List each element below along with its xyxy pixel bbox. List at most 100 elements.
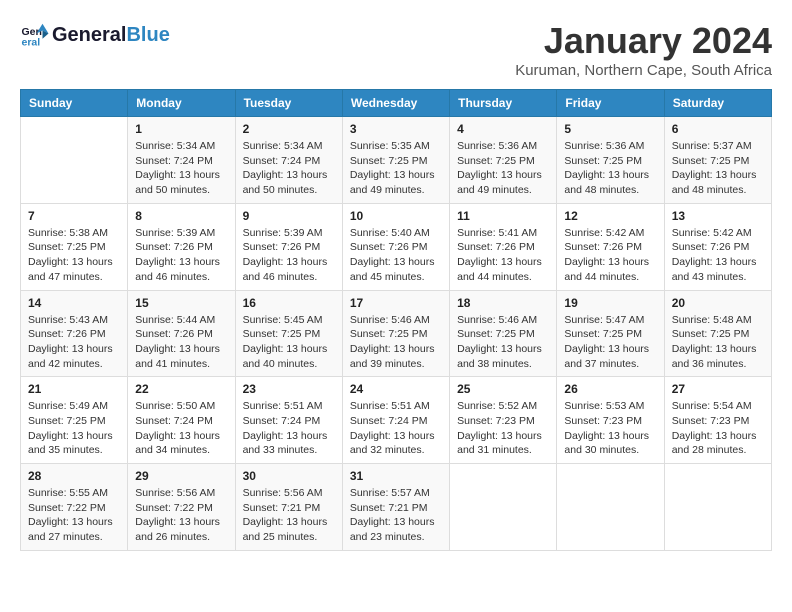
day-info: Sunrise: 5:52 AM Sunset: 7:23 PM Dayligh… <box>457 399 549 458</box>
calendar-cell: 19 Sunrise: 5:47 AM Sunset: 7:25 PM Dayli… <box>557 290 664 377</box>
day-number: 9 <box>243 209 335 223</box>
calendar-cell: 23 Sunrise: 5:51 AM Sunset: 7:24 PM Dayli… <box>235 377 342 464</box>
calendar-cell: 21 Sunrise: 5:49 AM Sunset: 7:25 PM Dayli… <box>21 377 128 464</box>
day-number: 6 <box>672 122 764 136</box>
column-header-tuesday: Tuesday <box>235 90 342 117</box>
calendar-cell: 8 Sunrise: 5:39 AM Sunset: 7:26 PM Daylig… <box>128 203 235 290</box>
day-info: Sunrise: 5:53 AM Sunset: 7:23 PM Dayligh… <box>564 399 656 458</box>
calendar-header-row: SundayMondayTuesdayWednesdayThursdayFrid… <box>21 90 772 117</box>
day-number: 13 <box>672 209 764 223</box>
day-number: 23 <box>243 382 335 396</box>
day-info: Sunrise: 5:49 AM Sunset: 7:25 PM Dayligh… <box>28 399 120 458</box>
month-title: January 2024 <box>515 20 772 62</box>
calendar-cell: 14Sunrise: 5:43 AM Sunset: 7:26 PM Dayli… <box>21 290 128 377</box>
day-number: 31 <box>350 469 442 483</box>
day-number: 14 <box>28 296 120 310</box>
calendar-cell: 26 Sunrise: 5:53 AM Sunset: 7:23 PM Dayli… <box>557 377 664 464</box>
calendar-cell: 2 Sunrise: 5:34 AM Sunset: 7:24 PM Daylig… <box>235 117 342 204</box>
logo: Gen eral GeneralBlue <box>20 20 170 50</box>
day-number: 30 <box>243 469 335 483</box>
day-info: Sunrise: 5:41 AM Sunset: 7:26 PM Dayligh… <box>457 226 549 285</box>
day-number: 4 <box>457 122 549 136</box>
column-header-friday: Friday <box>557 90 664 117</box>
day-info: Sunrise: 5:48 AM Sunset: 7:25 PM Dayligh… <box>672 313 764 372</box>
day-info: Sunrise: 5:34 AM Sunset: 7:24 PM Dayligh… <box>243 139 335 198</box>
day-number: 1 <box>135 122 227 136</box>
day-number: 15 <box>135 296 227 310</box>
calendar-cell: 7 Sunrise: 5:38 AM Sunset: 7:25 PM Daylig… <box>21 203 128 290</box>
calendar-cell: 12 Sunrise: 5:42 AM Sunset: 7:26 PM Dayli… <box>557 203 664 290</box>
calendar-cell: 24Sunrise: 5:51 AM Sunset: 7:24 PM Dayli… <box>342 377 449 464</box>
day-info: Sunrise: 5:50 AM Sunset: 7:24 PM Dayligh… <box>135 399 227 458</box>
calendar-cell <box>450 464 557 551</box>
day-number: 2 <box>243 122 335 136</box>
column-header-saturday: Saturday <box>664 90 771 117</box>
day-info: Sunrise: 5:46 AM Sunset: 7:25 PM Dayligh… <box>350 313 442 372</box>
calendar-week-row: 1 Sunrise: 5:34 AM Sunset: 7:24 PM Daylig… <box>21 117 772 204</box>
day-info: Sunrise: 5:51 AM Sunset: 7:24 PM Dayligh… <box>243 399 335 458</box>
day-number: 3 <box>350 122 442 136</box>
day-info: Sunrise: 5:36 AM Sunset: 7:25 PM Dayligh… <box>564 139 656 198</box>
day-number: 22 <box>135 382 227 396</box>
column-header-thursday: Thursday <box>450 90 557 117</box>
day-info: Sunrise: 5:39 AM Sunset: 7:26 PM Dayligh… <box>243 226 335 285</box>
day-number: 7 <box>28 209 120 223</box>
location-subtitle: Kuruman, Northern Cape, South Africa <box>515 62 772 79</box>
calendar-cell: 18 Sunrise: 5:46 AM Sunset: 7:25 PM Dayli… <box>450 290 557 377</box>
day-info: Sunrise: 5:39 AM Sunset: 7:26 PM Dayligh… <box>135 226 227 285</box>
day-info: Sunrise: 5:37 AM Sunset: 7:25 PM Dayligh… <box>672 139 764 198</box>
calendar-week-row: 21 Sunrise: 5:49 AM Sunset: 7:25 PM Dayli… <box>21 377 772 464</box>
day-number: 12 <box>564 209 656 223</box>
day-number: 18 <box>457 296 549 310</box>
svg-text:eral: eral <box>22 37 41 49</box>
day-info: Sunrise: 5:46 AM Sunset: 7:25 PM Dayligh… <box>457 313 549 372</box>
page-header: Gen eral GeneralBlue January 2024 Kuruma… <box>20 20 772 79</box>
calendar-cell: 6 Sunrise: 5:37 AM Sunset: 7:25 PM Daylig… <box>664 117 771 204</box>
day-info: Sunrise: 5:42 AM Sunset: 7:26 PM Dayligh… <box>564 226 656 285</box>
day-info: Sunrise: 5:42 AM Sunset: 7:26 PM Dayligh… <box>672 226 764 285</box>
day-info: Sunrise: 5:55 AM Sunset: 7:22 PM Dayligh… <box>28 486 120 545</box>
column-header-monday: Monday <box>128 90 235 117</box>
day-number: 5 <box>564 122 656 136</box>
day-number: 20 <box>672 296 764 310</box>
day-info: Sunrise: 5:36 AM Sunset: 7:25 PM Dayligh… <box>457 139 549 198</box>
calendar-cell: 1Sunrise: 5:34 AM Sunset: 7:24 PM Daylig… <box>128 117 235 204</box>
calendar-cell: 22 Sunrise: 5:50 AM Sunset: 7:24 PM Dayli… <box>128 377 235 464</box>
day-number: 27 <box>672 382 764 396</box>
calendar-cell: 29 Sunrise: 5:56 AM Sunset: 7:22 PM Dayli… <box>128 464 235 551</box>
calendar-cell: 30 Sunrise: 5:56 AM Sunset: 7:21 PM Dayli… <box>235 464 342 551</box>
day-info: Sunrise: 5:51 AM Sunset: 7:24 PM Dayligh… <box>350 399 442 458</box>
day-info: Sunrise: 5:40 AM Sunset: 7:26 PM Dayligh… <box>350 226 442 285</box>
day-number: 19 <box>564 296 656 310</box>
day-number: 26 <box>564 382 656 396</box>
column-header-sunday: Sunday <box>21 90 128 117</box>
calendar-cell: 5 Sunrise: 5:36 AM Sunset: 7:25 PM Daylig… <box>557 117 664 204</box>
day-info: Sunrise: 5:45 AM Sunset: 7:25 PM Dayligh… <box>243 313 335 372</box>
day-number: 21 <box>28 382 120 396</box>
day-number: 28 <box>28 469 120 483</box>
logo-icon: Gen eral <box>20 20 50 50</box>
day-info: Sunrise: 5:35 AM Sunset: 7:25 PM Dayligh… <box>350 139 442 198</box>
calendar-cell <box>21 117 128 204</box>
day-info: Sunrise: 5:54 AM Sunset: 7:23 PM Dayligh… <box>672 399 764 458</box>
calendar-table: SundayMondayTuesdayWednesdayThursdayFrid… <box>20 89 772 551</box>
day-info: Sunrise: 5:56 AM Sunset: 7:22 PM Dayligh… <box>135 486 227 545</box>
column-header-wednesday: Wednesday <box>342 90 449 117</box>
calendar-cell: 31 Sunrise: 5:57 AM Sunset: 7:21 PM Dayli… <box>342 464 449 551</box>
calendar-cell: 3 Sunrise: 5:35 AM Sunset: 7:25 PM Daylig… <box>342 117 449 204</box>
calendar-week-row: 14Sunrise: 5:43 AM Sunset: 7:26 PM Dayli… <box>21 290 772 377</box>
calendar-week-row: 28 Sunrise: 5:55 AM Sunset: 7:22 PM Dayli… <box>21 464 772 551</box>
day-info: Sunrise: 5:38 AM Sunset: 7:25 PM Dayligh… <box>28 226 120 285</box>
day-number: 25 <box>457 382 549 396</box>
day-number: 16 <box>243 296 335 310</box>
calendar-cell: 9 Sunrise: 5:39 AM Sunset: 7:26 PM Daylig… <box>235 203 342 290</box>
day-info: Sunrise: 5:56 AM Sunset: 7:21 PM Dayligh… <box>243 486 335 545</box>
day-info: Sunrise: 5:47 AM Sunset: 7:25 PM Dayligh… <box>564 313 656 372</box>
calendar-cell <box>557 464 664 551</box>
day-number: 8 <box>135 209 227 223</box>
day-number: 29 <box>135 469 227 483</box>
calendar-cell <box>664 464 771 551</box>
day-number: 10 <box>350 209 442 223</box>
logo-text: GeneralBlue <box>52 24 170 47</box>
day-info: Sunrise: 5:57 AM Sunset: 7:21 PM Dayligh… <box>350 486 442 545</box>
